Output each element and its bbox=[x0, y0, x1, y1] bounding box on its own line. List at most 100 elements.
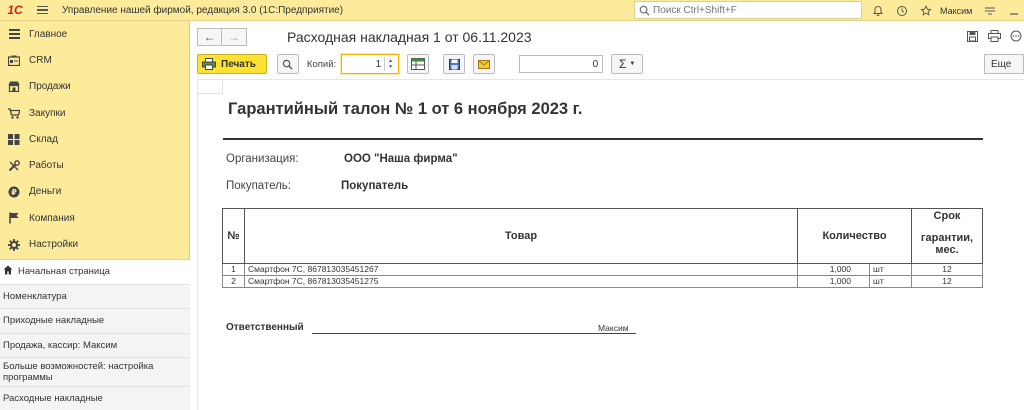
spreadsheet-corner bbox=[198, 80, 223, 94]
cart-icon bbox=[7, 106, 21, 120]
envelope-icon bbox=[478, 59, 491, 69]
save-to-file-button[interactable] bbox=[443, 54, 466, 74]
nav-nomenclature[interactable]: Номенклатура bbox=[0, 284, 190, 309]
print-button[interactable]: Печать bbox=[197, 54, 267, 74]
nav-more-features[interactable]: Больше возможностей: настройка программы bbox=[0, 358, 190, 387]
shop-icon bbox=[7, 80, 21, 94]
settings-menu-icon[interactable] bbox=[978, 0, 1002, 21]
bell-icon[interactable] bbox=[866, 0, 890, 21]
section-company[interactable]: Компания bbox=[0, 205, 189, 231]
top-bar: 1C Управление нашей фирмой, редакция 3.0… bbox=[0, 0, 1024, 21]
coin-icon: ₽ bbox=[7, 185, 21, 199]
copies-value: 1 bbox=[375, 58, 382, 70]
table-header-row: № Товар Количество Срок гарантии, мес. bbox=[222, 208, 983, 264]
nav-sales-invoices[interactable]: Расходные накладные bbox=[0, 387, 190, 410]
search-input[interactable] bbox=[653, 4, 853, 16]
gear-icon bbox=[7, 238, 21, 252]
row-unit: шт bbox=[869, 263, 912, 276]
row-warranty: 12 bbox=[911, 275, 983, 288]
warranty-table: № Товар Количество Срок гарантии, мес. 1… bbox=[222, 208, 983, 288]
row-warranty: 12 bbox=[911, 263, 983, 276]
row-unit: шт bbox=[869, 275, 912, 288]
document-window: ← → Расходная накладная 1 от 06.11.2023 … bbox=[191, 21, 1024, 410]
flag-icon bbox=[7, 211, 21, 225]
printer-icon bbox=[202, 58, 216, 70]
sidebar: Главное CRM Продажи Закупки Склад Работы… bbox=[0, 21, 190, 410]
svg-text:₽: ₽ bbox=[11, 188, 17, 197]
home-icon bbox=[3, 265, 13, 278]
row-num: 1 bbox=[222, 263, 245, 276]
section-sales[interactable]: Продажи bbox=[0, 74, 189, 100]
nav-sale-cashier[interactable]: Продажа, кассир: Максим bbox=[0, 333, 190, 358]
section-works[interactable]: Работы bbox=[0, 152, 189, 178]
col-header-qty: Количество bbox=[797, 208, 912, 264]
magnifier-icon bbox=[283, 59, 293, 70]
row-num: 2 bbox=[222, 275, 245, 288]
sections-panel: Главное CRM Продажи Закупки Склад Работы… bbox=[0, 21, 189, 258]
back-button[interactable]: ← bbox=[197, 27, 222, 46]
heading-divider bbox=[223, 138, 983, 140]
top-icons: Максим bbox=[866, 0, 1024, 21]
section-purchases[interactable]: Закупки bbox=[0, 100, 189, 126]
document-header: ← → Расходная накладная 1 от 06.11.2023 bbox=[191, 21, 1024, 52]
app-title: Управление нашей фирмой, редакция 3.0 (1… bbox=[62, 4, 344, 16]
minimize-icon[interactable] bbox=[1002, 0, 1024, 21]
edit-mode-button[interactable] bbox=[407, 54, 430, 74]
send-email-button[interactable] bbox=[473, 54, 496, 74]
section-main[interactable]: Главное bbox=[0, 21, 189, 47]
row-product: Смартфон 7С, 867813035451275 bbox=[244, 275, 798, 288]
row-qty: 1,000 bbox=[797, 263, 870, 276]
chevron-down-icon: ▼ bbox=[629, 61, 636, 67]
tools-icon bbox=[7, 159, 21, 173]
copies-stepper[interactable]: ▲ ▼ bbox=[384, 57, 396, 71]
floppy-icon bbox=[448, 58, 460, 70]
copies-input[interactable]: 1 ▲ ▼ bbox=[341, 54, 400, 74]
print-form-area: Гарантийный талон № 1 от 6 ноября 2023 г… bbox=[197, 79, 1024, 410]
responsible-name: Максим bbox=[598, 323, 629, 333]
section-warehouse[interactable]: Склад bbox=[0, 126, 189, 152]
warehouse-icon bbox=[7, 132, 21, 146]
history-icon[interactable] bbox=[890, 0, 914, 21]
nav-home-page[interactable]: Начальная страница bbox=[0, 260, 190, 285]
printer-icon[interactable] bbox=[986, 28, 1002, 44]
print-settings-button[interactable] bbox=[276, 54, 299, 74]
col-header-product: Товар bbox=[244, 208, 798, 264]
open-windows-list: Начальная страница Номенклатура Приходны… bbox=[0, 259, 190, 410]
crm-icon bbox=[7, 53, 21, 67]
document-title: Расходная накладная 1 от 06.11.2023 bbox=[287, 28, 532, 45]
nav-receipts[interactable]: Приходные накладные bbox=[0, 309, 190, 334]
buyer-label: Покупатель: bbox=[226, 180, 291, 192]
sum-field[interactable]: 0 bbox=[519, 55, 604, 73]
user-name[interactable]: Максим bbox=[940, 6, 972, 16]
star-icon[interactable] bbox=[914, 0, 938, 21]
section-crm[interactable]: CRM bbox=[0, 47, 189, 73]
edit-table-icon bbox=[411, 58, 426, 70]
save-icon[interactable] bbox=[964, 28, 980, 44]
organization-label: Организация: bbox=[226, 153, 299, 165]
table-row[interactable]: 1 Смартфон 7С, 867813035451267 1,000 шт … bbox=[222, 263, 983, 276]
forward-button[interactable]: → bbox=[222, 27, 247, 46]
organization-value: ООО "Наша фирма" bbox=[344, 153, 458, 165]
sum-function-button[interactable]: Σ ▼ bbox=[611, 54, 644, 74]
warranty-heading: Гарантийный талон № 1 от 6 ноября 2023 г… bbox=[228, 100, 583, 118]
responsible-label: Ответственный bbox=[226, 322, 304, 333]
signature-line bbox=[312, 333, 636, 334]
app-logo[interactable]: 1C bbox=[0, 0, 30, 21]
copies-label: Копий: bbox=[306, 58, 337, 70]
more-button[interactable]: Еще bbox=[984, 54, 1024, 74]
menu-lines-icon bbox=[7, 27, 21, 41]
col-header-num: № bbox=[222, 208, 245, 264]
table-row[interactable]: 2 Смартфон 7С, 867813035451275 1,000 шт … bbox=[222, 275, 983, 288]
section-settings[interactable]: Настройки bbox=[0, 231, 189, 257]
header-icons bbox=[964, 28, 1024, 44]
section-money[interactable]: ₽ Деньги bbox=[0, 179, 189, 205]
global-search[interactable] bbox=[634, 1, 862, 19]
row-product: Смартфон 7С, 867813035451267 bbox=[244, 263, 798, 276]
buyer-value: Покупатель bbox=[341, 180, 409, 192]
print-toolbar: Печать Копий: 1 ▲ ▼ 0 Σ ▼ Еще bbox=[197, 53, 1024, 75]
more-vertical-icon[interactable] bbox=[1008, 28, 1024, 44]
col-header-warranty: Срок гарантии, мес. bbox=[911, 208, 983, 264]
main-menu-icon[interactable] bbox=[30, 0, 54, 21]
search-icon bbox=[639, 5, 650, 16]
row-qty: 1,000 bbox=[797, 275, 870, 288]
